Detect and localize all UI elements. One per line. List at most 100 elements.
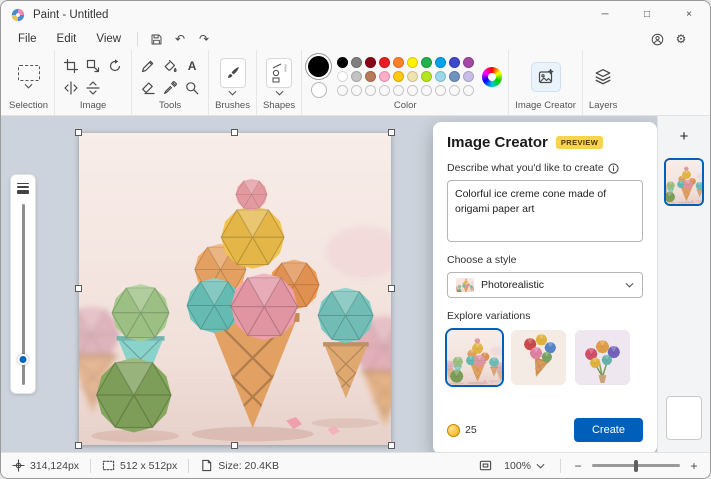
undo-button[interactable]: ↶ [169,30,191,48]
layers-button[interactable] [592,66,614,88]
color-swatch[interactable] [379,71,390,82]
image-creator-button[interactable] [531,62,561,92]
color-swatch[interactable] [407,71,418,82]
zoom-slider-track[interactable] [592,464,680,467]
selection-handle[interactable] [231,442,238,449]
selection-handle[interactable] [388,442,395,449]
fill-button[interactable] [160,56,180,76]
custom-color-slot[interactable] [435,85,446,96]
color-swatch[interactable] [421,57,432,68]
redo-button[interactable]: ↷ [193,30,215,48]
color-swatch[interactable] [393,71,404,82]
custom-color-slot[interactable] [365,85,376,96]
prompt-input[interactable]: Colorful ice creme cone made of origami … [447,180,643,242]
statusbar-divider [560,459,561,473]
color-swatch[interactable] [449,71,460,82]
eraser-icon [141,81,155,95]
style-dropdown[interactable]: Photorealistic [447,272,643,298]
status-bar: 314,124px 512 x 512px Size: 20.4KB 100% … [1,452,710,478]
style-selected-value: Photorealistic [481,279,618,291]
resize-button[interactable] [83,56,103,76]
color-swatch[interactable] [407,57,418,68]
statusbar-divider [188,459,189,473]
layer-thumbnail-selected[interactable] [666,160,702,204]
custom-color-slot[interactable] [351,85,362,96]
text-tool-button[interactable]: A [182,56,202,76]
color-swatch[interactable] [435,71,446,82]
custom-color-slot[interactable] [407,85,418,96]
selection-handle[interactable] [75,129,82,136]
custom-color-slot[interactable] [463,85,474,96]
magnifier-button[interactable] [182,78,202,98]
rotate-button[interactable] [105,56,125,76]
zoom-out-button[interactable]: − [570,459,586,473]
color-picker-button[interactable] [160,78,180,98]
fit-to-window-icon[interactable] [479,459,492,472]
layers-panel: + [657,116,710,452]
color-swatch[interactable] [393,57,404,68]
credits-count: 25 [465,424,477,436]
custom-color-slot[interactable] [421,85,432,96]
color-swatch[interactable] [463,71,474,82]
color-swatch[interactable] [365,57,376,68]
image-creator-icon [538,69,554,85]
size-slider-thumb[interactable] [18,354,29,365]
selection-handle[interactable] [231,129,238,136]
variation-thumbnail-2[interactable] [511,330,566,385]
color-swatch[interactable] [421,71,432,82]
color-swatch[interactable] [365,71,376,82]
shapes-button[interactable] [264,56,294,98]
custom-color-slot[interactable] [379,85,390,96]
save-button[interactable] [145,30,167,48]
selection-handle[interactable] [388,129,395,136]
selection-handle[interactable] [388,285,395,292]
color-swatch[interactable] [449,57,460,68]
menu-file[interactable]: File [9,31,46,47]
color-swatch[interactable] [463,57,474,68]
flip-horizontal-button[interactable] [61,78,81,98]
create-button[interactable]: Create [574,418,643,442]
zoom-dropdown[interactable]: 100% [498,458,551,474]
color-swatch[interactable] [379,57,390,68]
edit-colors-wheel-button[interactable] [482,67,502,87]
info-icon[interactable] [608,163,619,174]
secondary-color-circle[interactable] [311,82,327,98]
color-swatch[interactable] [351,57,362,68]
background-layer-thumbnail[interactable] [666,396,702,440]
menu-edit[interactable]: Edit [48,31,86,47]
maximize-button[interactable]: □ [626,1,668,28]
selection-handle[interactable] [75,285,82,292]
menu-view[interactable]: View [87,31,130,47]
color-swatch[interactable] [435,57,446,68]
settings-gear-icon[interactable]: ⚙ [670,30,692,48]
color-swatch[interactable] [351,71,362,82]
color-swatch[interactable] [337,71,348,82]
variation-thumbnail-3[interactable] [575,330,630,385]
shapes-scrollbar[interactable] [285,64,287,72]
save-icon [150,33,163,46]
close-button[interactable]: × [668,1,710,28]
canvas-image[interactable] [79,133,391,445]
account-icon[interactable] [651,33,664,46]
ribbon-label-shapes: Shapes [263,99,295,115]
zoom-slider-thumb[interactable] [634,460,638,472]
custom-color-slot[interactable] [449,85,460,96]
custom-color-slot[interactable] [393,85,404,96]
flip-vertical-button[interactable] [83,78,103,98]
primary-color-circle[interactable] [308,56,329,77]
window-title: Paint - Untitled [33,9,108,21]
custom-color-slot[interactable] [337,85,348,96]
selection-handle[interactable] [75,442,82,449]
minimize-button[interactable]: ─ [584,1,626,28]
describe-label: Describe what you'd like to create [447,162,604,174]
zoom-in-button[interactable]: + [686,459,702,473]
size-slider-track[interactable] [22,204,25,385]
selection-tool-button[interactable] [16,63,42,91]
color-swatch[interactable] [337,57,348,68]
variation-thumbnail-1[interactable] [447,330,502,385]
crop-button[interactable] [61,56,81,76]
eraser-button[interactable] [138,78,158,98]
brushes-button[interactable] [218,56,248,98]
add-layer-button[interactable]: + [672,124,696,148]
pencil-button[interactable] [138,56,158,76]
